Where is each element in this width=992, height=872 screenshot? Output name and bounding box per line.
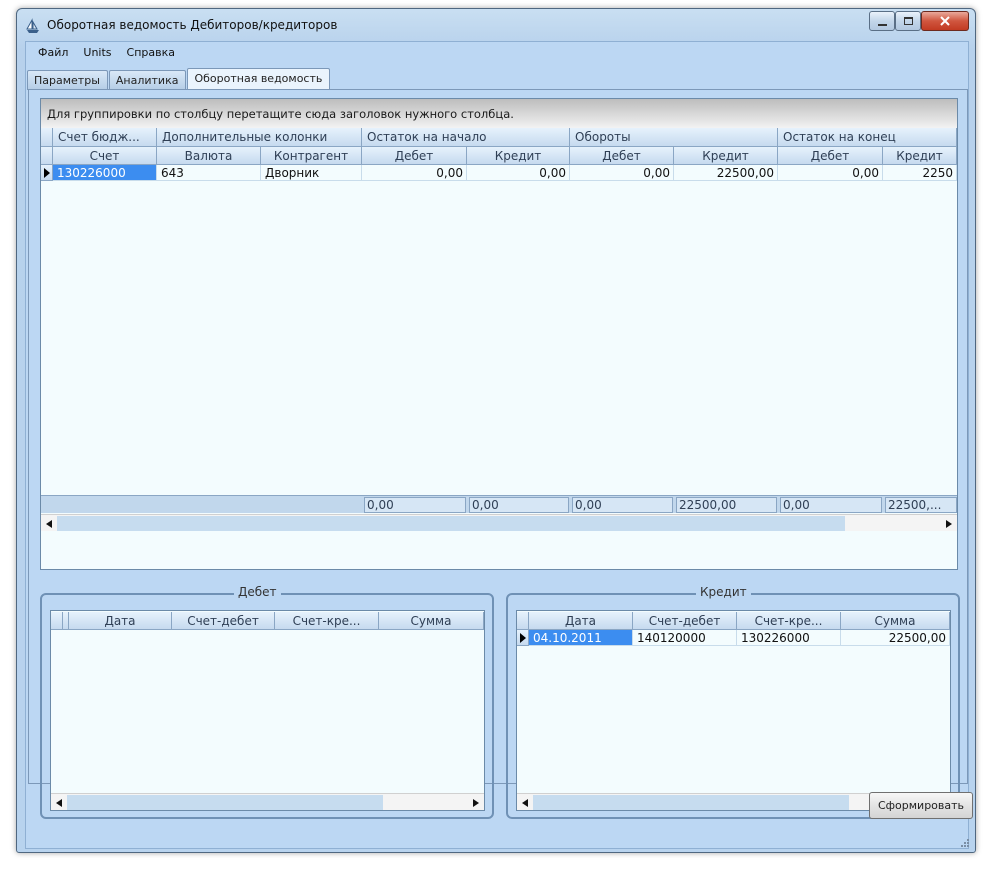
table-cell[interactable]: 22500,00 bbox=[674, 165, 778, 181]
debit-grid[interactable]: Дата Счет-дебет Счет-кре... Сумма bbox=[50, 610, 485, 811]
maximize-icon bbox=[903, 17, 913, 25]
arrow-right-icon bbox=[946, 519, 952, 528]
turnover-grid[interactable]: Для группировки по столбцу перетащите сю… bbox=[40, 98, 958, 570]
col-currency[interactable]: Валюта bbox=[157, 147, 261, 165]
col-counterparty[interactable]: Контрагент bbox=[261, 147, 362, 165]
current-row-arrow-icon bbox=[44, 168, 50, 178]
total-close-credit: 22500,... bbox=[885, 497, 957, 513]
debit-groupbox-title: Дебет bbox=[234, 585, 281, 599]
tab-strip: Параметры Аналитика Оборотная ведомость bbox=[27, 68, 331, 90]
band-closing-balance[interactable]: Остаток на конец bbox=[778, 128, 957, 147]
debit-horizontal-scrollbar[interactable] bbox=[51, 793, 484, 810]
group-by-panel[interactable]: Для группировки по столбцу перетащите сю… bbox=[41, 99, 957, 128]
maximize-button[interactable] bbox=[895, 11, 921, 31]
table-cell[interactable]: 140120000 bbox=[633, 630, 737, 646]
total-open-credit: 0,00 bbox=[469, 497, 569, 513]
menu-file[interactable]: Файл bbox=[32, 42, 77, 64]
close-button[interactable] bbox=[921, 11, 969, 31]
arrow-left-icon bbox=[46, 519, 52, 528]
build-report-button[interactable]: Сформировать bbox=[869, 792, 973, 819]
table-cell[interactable]: 0,00 bbox=[362, 165, 467, 181]
menu-units[interactable]: Units bbox=[77, 42, 120, 64]
credit-grid[interactable]: Дата Счет-дебет Счет-кре... Сумма 04.10.… bbox=[516, 610, 951, 811]
scroll-left-button[interactable] bbox=[41, 515, 57, 532]
credit-groupbox-title: Кредит bbox=[696, 585, 751, 599]
total-turnover-credit: 22500,00 bbox=[676, 497, 777, 513]
scroll-track[interactable] bbox=[533, 795, 849, 810]
table-cell[interactable]: 0,00 bbox=[778, 165, 883, 181]
band-indicator bbox=[41, 128, 53, 147]
table-cell[interactable]: 643 bbox=[157, 165, 261, 181]
col-amount[interactable]: Сумма bbox=[379, 612, 484, 630]
scroll-left-button[interactable] bbox=[51, 794, 67, 811]
band-turnover[interactable]: Обороты bbox=[570, 128, 778, 147]
band-additional-columns[interactable]: Дополнительные колонки bbox=[157, 128, 362, 147]
column-indicator bbox=[51, 612, 63, 630]
table-cell[interactable]: 04.10.2011 bbox=[529, 630, 633, 646]
arrow-right-icon bbox=[473, 798, 479, 807]
arrow-left-icon bbox=[56, 798, 62, 807]
col-account[interactable]: Счет bbox=[53, 147, 157, 165]
title-bar[interactable]: Оборотная ведомость Дебиторов/кредиторов bbox=[17, 9, 975, 41]
scroll-right-button[interactable] bbox=[468, 794, 484, 811]
row-indicator[interactable] bbox=[517, 630, 529, 646]
table-cell[interactable]: 130226000 bbox=[53, 165, 157, 181]
col-date[interactable]: Дата bbox=[529, 612, 633, 630]
col-close-credit[interactable]: Кредит bbox=[883, 147, 957, 165]
menu-help[interactable]: Справка bbox=[121, 42, 184, 64]
minimize-icon bbox=[877, 23, 887, 26]
app-window: Оборотная ведомость Дебиторов/кредиторов… bbox=[16, 8, 976, 853]
col-debit-account[interactable]: Счет-дебет bbox=[633, 612, 737, 630]
col-open-debit[interactable]: Дебет bbox=[362, 147, 467, 165]
scroll-track[interactable] bbox=[57, 516, 845, 531]
column-indicator bbox=[41, 147, 53, 165]
total-turnover-debit: 0,00 bbox=[572, 497, 673, 513]
table-cell[interactable]: 22500,00 bbox=[841, 630, 950, 646]
credit-groupbox: Кредит Дата Счет-дебет Счет-кре... Сумма… bbox=[506, 585, 960, 819]
scroll-left-button[interactable] bbox=[517, 794, 533, 811]
table-cell[interactable]: Дворник bbox=[261, 165, 362, 181]
table-cell[interactable]: 2250 bbox=[883, 165, 957, 181]
ship-icon[interactable] bbox=[25, 18, 41, 34]
menu-bar: Файл Units Справка bbox=[26, 42, 968, 64]
debit-groupbox: Дебет Дата Счет-дебет Счет-кре... Сумма bbox=[40, 585, 494, 819]
totals-row: 0,00 0,00 0,00 22500,00 0,00 22500,... bbox=[41, 495, 957, 513]
scroll-track[interactable] bbox=[67, 795, 383, 810]
tab-analytics[interactable]: Аналитика bbox=[108, 70, 187, 90]
window-title: Оборотная ведомость Дебиторов/кредиторов bbox=[47, 18, 338, 32]
minimize-button[interactable] bbox=[869, 11, 895, 31]
arrow-left-icon bbox=[522, 798, 528, 807]
tab-page: Для группировки по столбцу перетащите сю… bbox=[28, 89, 968, 819]
band-budget-account[interactable]: Счет бюдж... bbox=[53, 128, 157, 147]
col-date[interactable]: Дата bbox=[69, 612, 172, 630]
col-turnover-credit[interactable]: Кредит bbox=[674, 147, 778, 165]
close-icon bbox=[940, 16, 950, 26]
tab-parameters[interactable]: Параметры bbox=[27, 70, 108, 90]
table-cell[interactable]: 0,00 bbox=[467, 165, 570, 181]
client-area: Файл Units Справка Параметры Аналитика О… bbox=[25, 41, 973, 849]
col-debit-account[interactable]: Счет-дебет bbox=[172, 612, 275, 630]
col-close-debit[interactable]: Дебет bbox=[778, 147, 883, 165]
main-horizontal-scrollbar[interactable] bbox=[41, 514, 957, 531]
table-cell[interactable]: 130226000 bbox=[737, 630, 841, 646]
scroll-right-button[interactable] bbox=[941, 515, 957, 532]
col-open-credit[interactable]: Кредит bbox=[467, 147, 570, 165]
row-indicator[interactable] bbox=[41, 165, 53, 181]
tab-turnover-statement[interactable]: Оборотная ведомость bbox=[187, 68, 331, 90]
current-row-arrow-icon bbox=[520, 633, 526, 643]
col-credit-account[interactable]: Счет-кре... bbox=[275, 612, 379, 630]
column-indicator bbox=[517, 612, 529, 630]
col-turnover-debit[interactable]: Дебет bbox=[570, 147, 674, 165]
total-close-debit: 0,00 bbox=[780, 497, 882, 513]
resize-grip-icon[interactable] bbox=[960, 838, 970, 848]
total-open-debit: 0,00 bbox=[364, 497, 466, 513]
col-credit-account[interactable]: Счет-кре... bbox=[737, 612, 841, 630]
band-opening-balance[interactable]: Остаток на начало bbox=[362, 128, 570, 147]
table-cell[interactable]: 0,00 bbox=[570, 165, 674, 181]
col-amount[interactable]: Сумма bbox=[841, 612, 950, 630]
